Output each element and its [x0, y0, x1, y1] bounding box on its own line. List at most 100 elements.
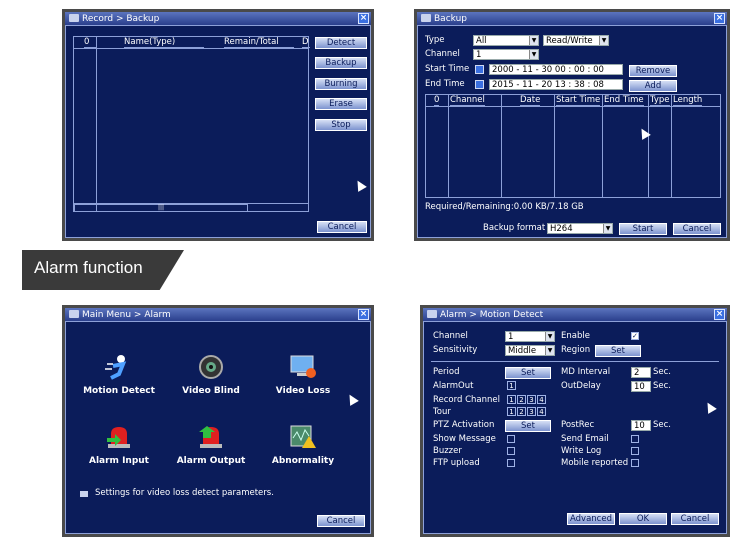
start-button[interactable]: Start [619, 223, 667, 235]
col-channel: Channel [450, 95, 485, 106]
calendar-icon[interactable] [475, 80, 484, 89]
header-divider [426, 106, 720, 107]
close-icon[interactable]: × [358, 309, 369, 320]
close-icon[interactable]: × [714, 309, 725, 320]
erase-button[interactable]: Erase [315, 98, 367, 110]
alarmout-label: AlarmOut [433, 381, 474, 391]
md-interval-field[interactable]: 2 [631, 367, 651, 378]
stop-button[interactable]: Stop [315, 119, 367, 131]
cancel-button[interactable]: Cancel [317, 515, 365, 527]
postrec-field[interactable]: 10 [631, 420, 651, 431]
channel-select[interactable]: 1 ▼ [473, 49, 539, 60]
record-channel-4[interactable]: 4 [537, 395, 546, 404]
ok-button[interactable]: OK [619, 513, 667, 525]
tour-channel-2[interactable]: 2 [517, 407, 526, 416]
file-table: 0 Channel Date Start Time End Time Type … [425, 94, 721, 198]
sensitivity-select[interactable]: Middle ▼ [505, 345, 555, 356]
section-divider [431, 361, 719, 362]
ptz-set-button[interactable]: Set [505, 420, 551, 432]
show-message-label: Show Message [433, 434, 496, 444]
cancel-button[interactable]: Cancel [673, 223, 721, 235]
window-icon [421, 14, 431, 22]
detect-button[interactable]: Detect [315, 37, 367, 49]
cancel-button[interactable]: Cancel [671, 513, 719, 525]
window-title: Main Menu > Alarm [82, 310, 171, 320]
buzzer-checkbox[interactable] [507, 447, 515, 455]
ptz-activation-label: PTZ Activation [433, 420, 495, 430]
ftp-upload-checkbox[interactable] [507, 459, 515, 467]
add-button[interactable]: Add [629, 80, 677, 92]
enable-label: Enable [561, 331, 590, 341]
cancel-button[interactable]: Cancel [317, 221, 367, 233]
end-time-label: End Time [425, 79, 465, 89]
period-set-button[interactable]: Set [505, 367, 551, 379]
scrollbar-thumb[interactable]: ||| [158, 204, 164, 211]
channel-select[interactable]: 1 ▼ [505, 331, 555, 342]
mouse-cursor-icon [703, 400, 717, 414]
col-divider [602, 95, 603, 197]
record-backup-titlebar: Record > Backup [65, 12, 371, 26]
chevron-down-icon: ▼ [545, 346, 554, 355]
advanced-button[interactable]: Advanced [567, 513, 615, 525]
alarm-output-label: Alarm Output [176, 456, 246, 466]
type-select[interactable]: All ▼ [473, 35, 539, 46]
backup-format-value: H264 [550, 224, 573, 234]
chevron-down-icon: ▼ [545, 332, 554, 341]
tour-channel-4[interactable]: 4 [537, 407, 546, 416]
start-time-value: 2000 - 11 - 30 00 : 00 : 00 [492, 65, 604, 75]
start-time-field[interactable]: 2000 - 11 - 30 00 : 00 : 00 [489, 64, 623, 75]
required-remaining-text: Required/Remaining:0.00 KB/7.18 GB [425, 202, 584, 212]
record-channel-label: Record Channel [433, 395, 500, 405]
tour-channel-boxes[interactable]: 1234 [507, 407, 547, 418]
record-channel-1[interactable]: 1 [507, 395, 516, 404]
channel-label: Channel [433, 331, 468, 341]
tour-channel-3[interactable]: 3 [527, 407, 536, 416]
window-title: Alarm > Motion Detect [440, 310, 544, 320]
type-value: All [476, 36, 487, 46]
col-divider [448, 95, 449, 197]
record-channel-2[interactable]: 2 [517, 395, 526, 404]
close-icon[interactable]: × [714, 13, 725, 24]
close-icon[interactable]: × [358, 13, 369, 24]
write-log-checkbox[interactable] [631, 447, 639, 455]
device-table: 0 Name(Type) Remain/Total D ||| [73, 36, 310, 212]
show-message-checkbox[interactable] [507, 435, 515, 443]
send-email-checkbox[interactable] [631, 435, 639, 443]
remove-button[interactable]: Remove [629, 65, 677, 77]
send-email-label: Send Email [561, 434, 609, 444]
calendar-icon[interactable] [475, 65, 484, 74]
col-index: 0 [434, 95, 440, 106]
backup-button[interactable]: Backup [315, 57, 367, 69]
outdelay-label: OutDelay [561, 381, 601, 391]
outdelay-field[interactable]: 10 [631, 381, 651, 392]
record-channel-boxes[interactable]: 1234 [507, 395, 547, 406]
enable-checkbox[interactable] [631, 332, 639, 340]
region-label: Region [561, 345, 591, 355]
backup-format-select[interactable]: H264 ▼ [547, 223, 613, 234]
status-text: Settings for video loss detect parameter… [95, 488, 274, 498]
end-time-field[interactable]: 2015 - 11 - 20 13 : 38 : 08 [489, 79, 623, 90]
outdelay-value: 10 [634, 382, 645, 392]
alarm-input-label: Alarm Input [89, 456, 149, 466]
window-icon [427, 310, 437, 318]
outdelay-unit: Sec. [653, 381, 672, 391]
burning-button[interactable]: Burning [315, 78, 367, 90]
record-channel-3[interactable]: 3 [527, 395, 536, 404]
backup-window: Backup × Type All ▼ Read/Write ▼ Channel 1… [414, 9, 730, 241]
video-loss-label: Video Loss [275, 386, 331, 396]
region-set-button[interactable]: Set [595, 345, 641, 357]
video-blind-label: Video Blind [182, 386, 240, 396]
banner-text: Alarm function [34, 258, 143, 277]
scrollbar[interactable]: ||| [74, 204, 248, 212]
tour-channel-1[interactable]: 1 [507, 407, 516, 416]
mobile-reported-checkbox[interactable] [631, 459, 639, 467]
window-title: Backup [434, 14, 467, 24]
alarmout-channel-1-box[interactable]: 1 [507, 381, 516, 390]
alarmout-channel-1[interactable]: 1 [507, 381, 517, 392]
mobile-reported-label: Mobile reported [561, 458, 629, 468]
ftp-upload-label: FTP upload [433, 458, 480, 468]
mode-select[interactable]: Read/Write ▼ [543, 35, 609, 46]
col-divider [554, 95, 555, 197]
motion-detect-label: Motion Detect [83, 386, 155, 396]
window-title: Record > Backup [82, 14, 160, 24]
